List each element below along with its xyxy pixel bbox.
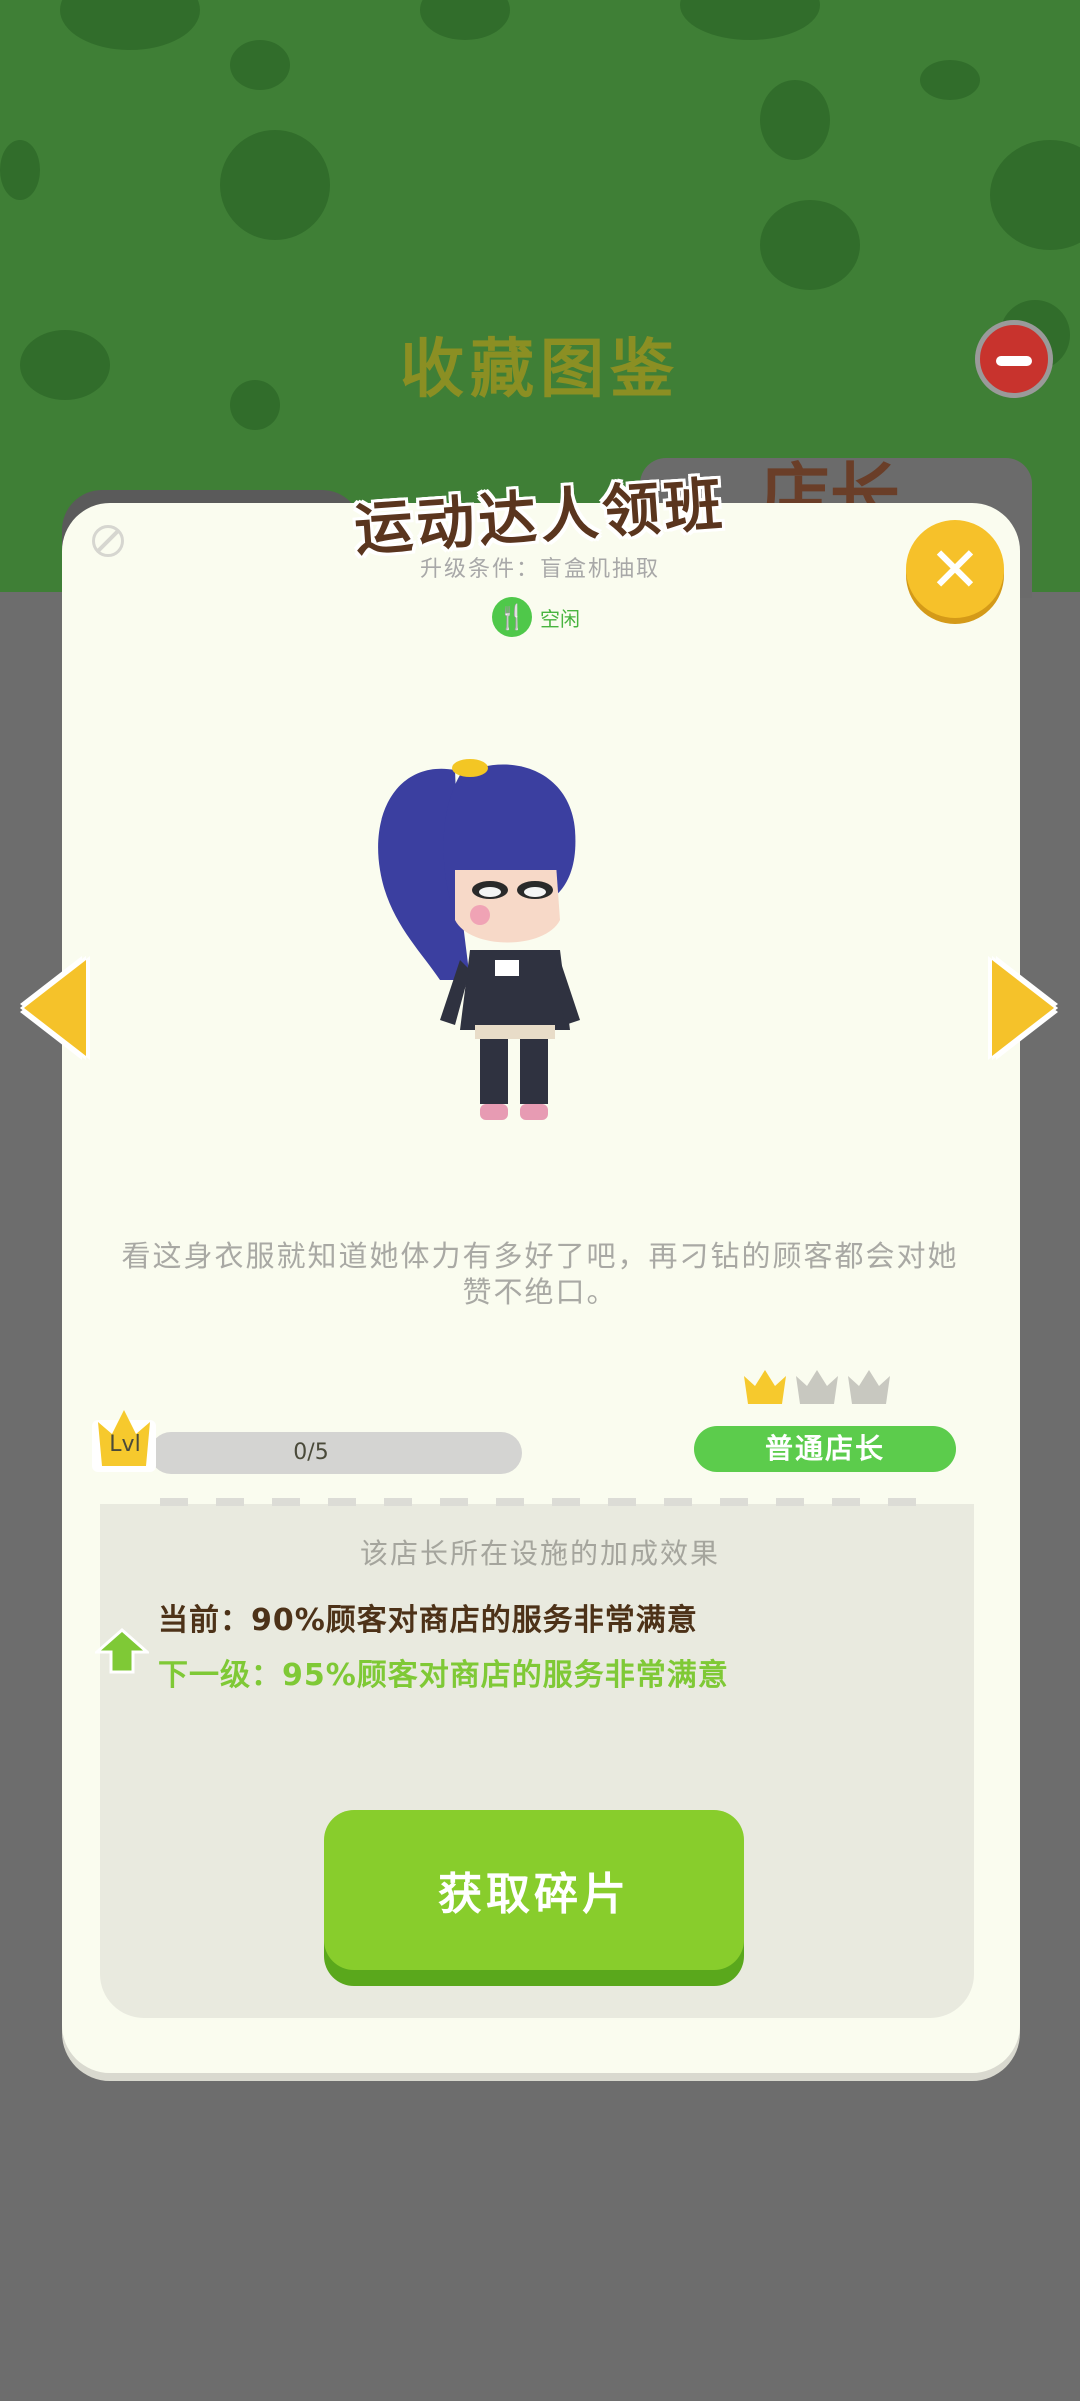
- rank-badge: 普通店长: [694, 1426, 956, 1472]
- crown-empty-icon: [848, 1370, 890, 1404]
- progress-text: 0/5: [293, 1440, 329, 1465]
- previous-arrow-icon[interactable]: [24, 960, 86, 1056]
- collection-title: 收藏图鉴: [400, 333, 680, 407]
- character-illustration: [378, 759, 580, 1120]
- level-up-arrow-icon: [95, 1628, 149, 1674]
- close-button[interactable]: ✕: [906, 520, 1004, 618]
- crown-filled-icon: [744, 1370, 786, 1404]
- effect-current: 当前：90%顾客对商店的服务非常满意: [158, 1603, 698, 1638]
- next-arrow-icon[interactable]: [992, 960, 1054, 1056]
- status-label: 空闲: [540, 606, 580, 631]
- fork-knife-icon: 🍴: [492, 597, 532, 637]
- effect-next-level: 下一级：95%顾客对商店的服务非常满意: [158, 1658, 729, 1693]
- status-indicator: 🍴 空闲: [492, 597, 580, 637]
- close-icon: ✕: [929, 532, 981, 606]
- crown-empty-icon: [796, 1370, 838, 1404]
- divider: [160, 1498, 940, 1506]
- star-rating: [742, 1366, 892, 1406]
- get-fragments-button[interactable]: 获取碎片: [324, 1810, 744, 1970]
- level-label: Lvl: [109, 1432, 141, 1457]
- background-close-icon: [975, 320, 1053, 398]
- manager-description: 看这身衣服就知道她体力有多好了吧，再刁钻的顾客都会对她赞不绝口。: [121, 1239, 959, 1309]
- effect-heading: 该店长所在设施的加成效果: [359, 1537, 720, 1570]
